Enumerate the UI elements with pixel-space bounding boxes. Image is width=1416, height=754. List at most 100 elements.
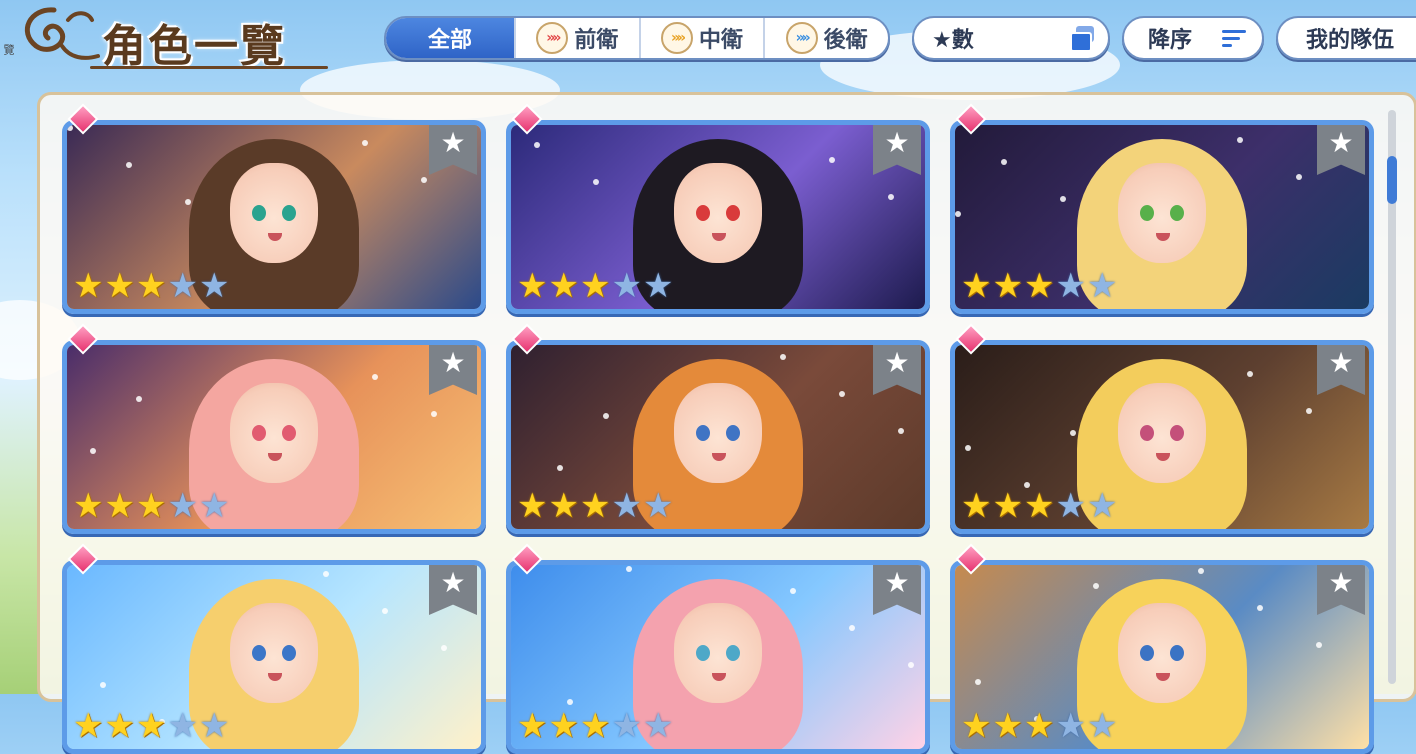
star-filled-icon: ★	[1023, 266, 1055, 306]
tab-back-label: 後衛	[823, 28, 868, 53]
character-eye	[1140, 645, 1154, 661]
tab-all[interactable]: 全部	[386, 18, 514, 58]
star-empty-icon: ★	[167, 266, 198, 306]
star-empty-icon: ★	[611, 486, 642, 526]
tab-middle[interactable]: »» 中衛	[638, 18, 764, 58]
sparkle	[603, 413, 609, 419]
sparkle	[534, 142, 540, 148]
sparkle	[431, 411, 437, 417]
character-mouth	[268, 453, 282, 461]
character-face	[230, 163, 318, 263]
character-eye	[1170, 645, 1184, 661]
star-filled-icon: ★	[104, 266, 135, 306]
star-empty-icon: ★	[198, 266, 230, 306]
star-filled-icon: ★	[579, 706, 611, 746]
sparkle	[1237, 137, 1243, 143]
star-empty-icon: ★	[1055, 706, 1086, 746]
sparkle	[790, 588, 796, 594]
character-card[interactable]: ★ ★ ★ ★ ★ ★	[62, 560, 486, 754]
rarity-stars: ★ ★ ★ ★ ★	[73, 269, 229, 303]
character-mouth	[268, 673, 282, 681]
star-empty-icon: ★	[1086, 266, 1118, 306]
rarity-stars: ★ ★ ★ ★ ★	[961, 709, 1117, 743]
sparkle	[382, 608, 388, 614]
tab-all-label: 全部	[427, 28, 472, 53]
character-eye	[696, 645, 710, 661]
sparkle	[421, 177, 427, 183]
character-card[interactable]: ★ ★ ★ ★ ★ ★	[950, 560, 1374, 754]
position-filter-tabs: 全部 »» 前衛 »» 中衛 »» 後衛	[384, 16, 890, 60]
sparkle	[898, 428, 904, 434]
star-filled-icon: ★	[73, 266, 104, 306]
star-filled-icon: ★	[992, 486, 1023, 526]
sparkle	[441, 645, 447, 651]
character-eye	[252, 425, 266, 441]
star-sort-button[interactable]: ★數	[912, 16, 1110, 60]
character-list-scrollbar[interactable]	[1387, 110, 1397, 684]
star-filled-icon: ★	[517, 486, 548, 526]
sparkle	[839, 391, 845, 397]
tab-front-label: 前衛	[574, 28, 619, 53]
star-empty-icon: ★	[167, 486, 198, 526]
character-card[interactable]: ★ ★ ★ ★ ★ ★	[506, 560, 930, 754]
star-filled-icon: ★	[1023, 486, 1055, 526]
character-mouth	[1156, 453, 1170, 461]
star-filled-icon: ★	[135, 266, 167, 306]
sparkle	[955, 211, 961, 217]
character-card[interactable]: ★ ★ ★ ★ ★ ★	[950, 120, 1374, 314]
star-filled-icon: ★	[104, 706, 135, 746]
rarity-stars: ★ ★ ★ ★ ★	[73, 709, 229, 743]
star-empty-icon: ★	[198, 486, 230, 526]
character-face	[1118, 383, 1206, 483]
scrollbar-thumb[interactable]	[1387, 156, 1397, 204]
character-mouth	[268, 233, 282, 241]
star-filled-icon: ★	[548, 266, 579, 306]
sparkle	[1001, 159, 1007, 165]
character-mouth	[712, 453, 726, 461]
character-eye	[696, 205, 710, 221]
sparkle	[1296, 174, 1302, 180]
star-filled-icon: ★	[961, 486, 992, 526]
character-face	[674, 163, 762, 263]
sparkle	[100, 682, 106, 688]
star-empty-icon: ★	[642, 486, 674, 526]
character-face	[1118, 603, 1206, 703]
title-swirl-icon	[24, 7, 100, 60]
tab-front[interactable]: »» 前衛	[514, 18, 639, 58]
character-face	[1118, 163, 1206, 263]
order-toggle-button[interactable]: 降序	[1122, 16, 1264, 60]
character-card[interactable]: ★ ★ ★ ★ ★ ★	[62, 120, 486, 314]
star-empty-icon: ★	[1055, 266, 1086, 306]
star-filled-icon: ★	[135, 706, 167, 746]
character-card[interactable]: ★ ★ ★ ★ ★ ★	[950, 340, 1374, 534]
character-card[interactable]: ★ ★ ★ ★ ★ ★	[506, 340, 930, 534]
star-empty-icon: ★	[1086, 486, 1118, 526]
my-team-button[interactable]: 我的隊伍	[1276, 16, 1416, 60]
sparkle	[626, 566, 632, 572]
character-card[interactable]: ★ ★ ★ ★ ★ ★	[506, 120, 930, 314]
sort-descending-icon	[1222, 29, 1246, 47]
sparkle	[593, 179, 599, 185]
character-eye	[252, 645, 266, 661]
order-label: 降序	[1148, 28, 1193, 53]
character-eye	[1140, 425, 1154, 441]
tab-back[interactable]: »» 後衛	[763, 18, 888, 58]
character-eye	[282, 425, 296, 441]
sparkle	[1070, 430, 1076, 436]
sparkle	[780, 354, 786, 360]
sparkle	[908, 662, 914, 668]
sparkle	[67, 125, 73, 131]
star-filled-icon: ★	[579, 486, 611, 526]
sparkle	[1198, 568, 1204, 574]
sparkle	[1306, 408, 1312, 414]
star-filled-icon: ★	[104, 486, 135, 526]
sparkle	[185, 199, 191, 205]
tab-middle-label: 中衛	[699, 28, 744, 53]
rarity-stars: ★ ★ ★ ★ ★	[961, 489, 1117, 523]
star-filled-icon: ★	[579, 266, 611, 306]
character-card[interactable]: ★ ★ ★ ★ ★ ★	[62, 340, 486, 534]
character-eye	[252, 205, 266, 221]
character-face	[674, 603, 762, 703]
sparkle	[1093, 583, 1099, 589]
star-filled-icon: ★	[73, 706, 104, 746]
